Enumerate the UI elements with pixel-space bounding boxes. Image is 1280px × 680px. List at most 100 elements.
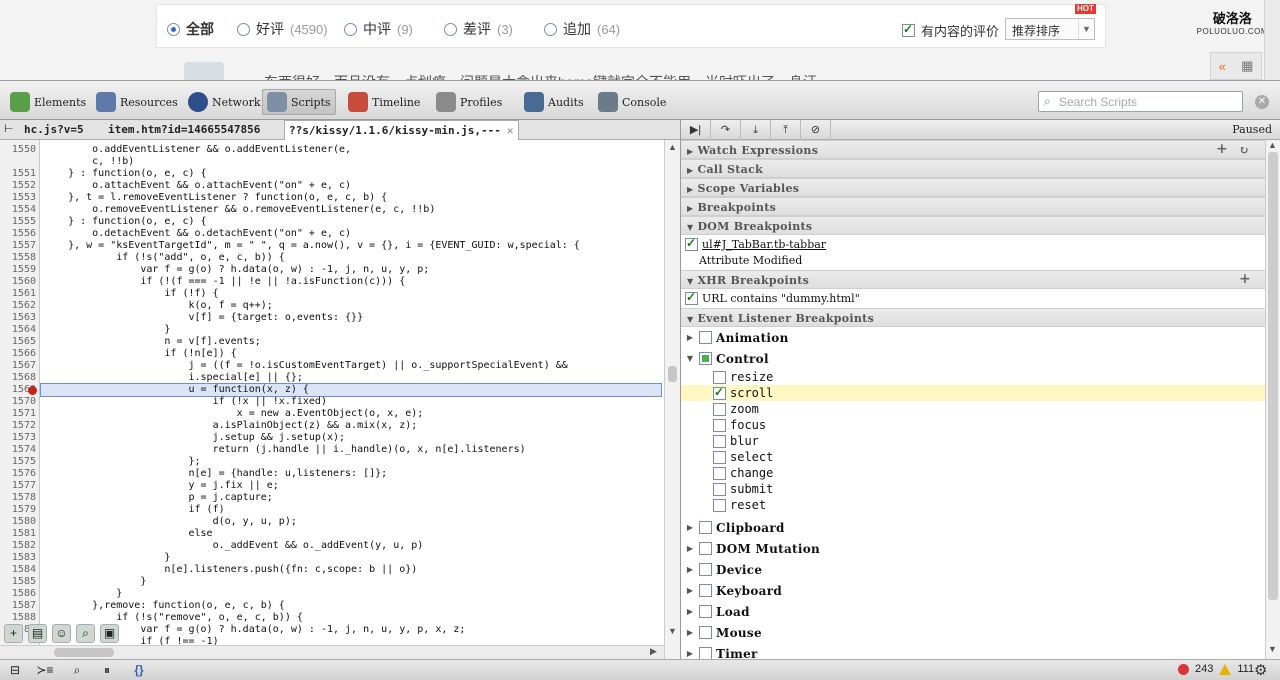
inspect-icon[interactable]: ⌕ [76, 624, 95, 643]
refresh-icon[interactable]: ↻ [1239, 143, 1249, 157]
section-xhr-breakpoints[interactable]: ▼ XHR Breakpoints + [681, 270, 1265, 289]
code-horizontal-scrollbar[interactable]: ▶ [0, 645, 664, 659]
scroll-thumb[interactable] [1268, 152, 1278, 600]
checkbox-icon[interactable] [713, 450, 726, 464]
collapse-icon[interactable]: « [1219, 59, 1226, 74]
filter-followup[interactable]: 追加 (64) [544, 19, 620, 39]
line-number[interactable]: 1586 [0, 588, 36, 600]
line-number[interactable]: 1563 [0, 312, 36, 324]
line-number[interactable]: 1556 [0, 228, 36, 240]
line-number[interactable]: 1575 [0, 456, 36, 468]
checkbox-icon[interactable] [713, 482, 726, 496]
section-call-stack[interactable]: ▶ Call Stack [681, 159, 1265, 178]
line-number[interactable]: 1585 [0, 576, 36, 588]
line-number[interactable]: 1566 [0, 348, 36, 360]
checkbox-partial-icon[interactable] [699, 352, 712, 365]
line-number[interactable]: 1567 [0, 360, 36, 372]
line-number[interactable]: 1573 [0, 432, 36, 444]
section-dom-breakpoints[interactable]: ▼ DOM Breakpoints [681, 216, 1265, 235]
line-number[interactable]: 1588 [0, 612, 36, 624]
checkbox-icon[interactable] [699, 605, 712, 618]
scroll-down-icon[interactable]: ▼ [1268, 644, 1277, 654]
file-tab[interactable]: item.htm?id=14665547856 [104, 120, 264, 140]
scroll-up-icon[interactable]: ▲ [1268, 140, 1277, 150]
checkbox-icon[interactable] [699, 521, 712, 534]
expand-arrow-icon[interactable]: ▶ [685, 333, 695, 342]
line-number[interactable]: 1554 [0, 204, 36, 216]
checkbox-icon[interactable] [713, 498, 726, 512]
section-event-listener-breakpoints[interactable]: ▼ Event Listener Breakpoints [681, 308, 1265, 327]
tab-console[interactable]: Console [594, 89, 670, 115]
console-counters[interactable]: 243 111 [1178, 663, 1254, 675]
console-toggle-button[interactable]: ≻≡ [34, 662, 56, 678]
pretty-print-button[interactable]: {} [128, 662, 150, 678]
line-number[interactable]: 1572 [0, 420, 36, 432]
close-icon[interactable]: ✕ [507, 124, 514, 137]
line-number[interactable]: 1571 [0, 408, 36, 420]
resume-button[interactable]: ▶| [681, 120, 711, 140]
event-category[interactable]: ▶ DOM Mutation [681, 538, 1265, 559]
pause-on-exceptions-button[interactable]: ⏸ [96, 662, 118, 678]
save-icon[interactable]: ▤ [28, 624, 47, 643]
event-item-select[interactable]: select [681, 449, 1265, 465]
checkbox-checked-icon[interactable] [685, 290, 698, 305]
add-icon[interactable]: + [1239, 271, 1251, 287]
expand-arrow-icon[interactable]: ▶ [685, 607, 695, 616]
line-number[interactable]: 1552 [0, 180, 36, 192]
expand-arrow-icon[interactable]: ▶ [685, 649, 695, 658]
line-number[interactable]: 1583 [0, 552, 36, 564]
filter-all[interactable]: 全部 [167, 19, 214, 39]
event-category[interactable]: ▶ Timer [681, 643, 1265, 659]
tab-audits[interactable]: Audits [520, 89, 588, 115]
event-item-reset[interactable]: reset [681, 497, 1265, 513]
line-number[interactable]: 1578 [0, 492, 36, 504]
step-over-button[interactable]: ↷ [711, 120, 741, 140]
scroll-right-icon[interactable]: ▶ [650, 646, 657, 657]
line-number[interactable]: 1560 [0, 276, 36, 288]
checkbox-checked-icon[interactable] [713, 385, 726, 400]
event-item-submit[interactable]: submit [681, 481, 1265, 497]
section-watch-expressions[interactable]: ▶ Watch Expressions + ↻ [681, 140, 1265, 159]
section-breakpoints[interactable]: ▶ Breakpoints [681, 197, 1265, 216]
event-category[interactable]: ▶ Clipboard [681, 517, 1265, 538]
line-number[interactable]: 1574 [0, 444, 36, 456]
step-out-button[interactable]: ⤒ [771, 120, 801, 140]
page-scrollbar[interactable] [1264, 0, 1280, 80]
event-item-zoom[interactable]: zoom [681, 401, 1265, 417]
code-vertical-scrollbar[interactable]: ▲ ▼ [664, 140, 680, 659]
add-icon[interactable]: + [4, 624, 23, 643]
filter-negative[interactable]: 差评 (3) [444, 19, 513, 39]
file-tab[interactable]: hc.js?v=5 [20, 120, 88, 140]
checkbox-checked-icon[interactable] [685, 236, 698, 251]
line-number[interactable]: 1581 [0, 528, 36, 540]
line-number[interactable]: 1553 [0, 192, 36, 204]
collapse-arrow-icon[interactable]: ▼ [685, 354, 695, 363]
line-number[interactable]: 1562 [0, 300, 36, 312]
checkbox-icon[interactable] [713, 370, 726, 384]
scroll-thumb[interactable] [668, 366, 677, 382]
checkbox-icon[interactable] [713, 466, 726, 480]
event-category[interactable]: ▶ Device [681, 559, 1265, 580]
add-icon[interactable]: + [1216, 141, 1228, 157]
checkbox-icon[interactable] [699, 647, 712, 659]
checkbox-icon[interactable] [699, 563, 712, 576]
line-number[interactable]: 1582 [0, 540, 36, 552]
event-item-change[interactable]: change [681, 465, 1265, 481]
tab-elements[interactable]: Elements [6, 89, 90, 115]
tab-timeline[interactable]: Timeline [344, 89, 424, 115]
tab-resources[interactable]: Resources [92, 89, 182, 115]
expand-arrow-icon[interactable]: ▶ [685, 544, 695, 553]
sort-select[interactable]: 推荐排序 ▼ [1005, 18, 1095, 40]
event-category[interactable]: ▶ Mouse [681, 622, 1265, 643]
line-number[interactable]: 1584 [0, 564, 36, 576]
line-number[interactable]: 1568 [0, 372, 36, 384]
code-editor[interactable]: 1550 1551 1552 1553 1554 1555 1556 1557 1558 1559… [0, 140, 664, 645]
scroll-down-icon[interactable]: ▼ [668, 626, 677, 636]
xhr-breakpoint-item[interactable]: URL contains "dummy.html" [681, 290, 1265, 306]
settings-gear-icon[interactable]: ⚙ [1254, 661, 1267, 679]
line-number[interactable]: 1550 [0, 144, 36, 156]
line-number[interactable]: 1564 [0, 324, 36, 336]
event-category[interactable]: ▶ Animation [681, 327, 1265, 348]
clear-icon[interactable]: ✕ [1255, 95, 1269, 109]
line-number[interactable]: 1555 [0, 216, 36, 228]
